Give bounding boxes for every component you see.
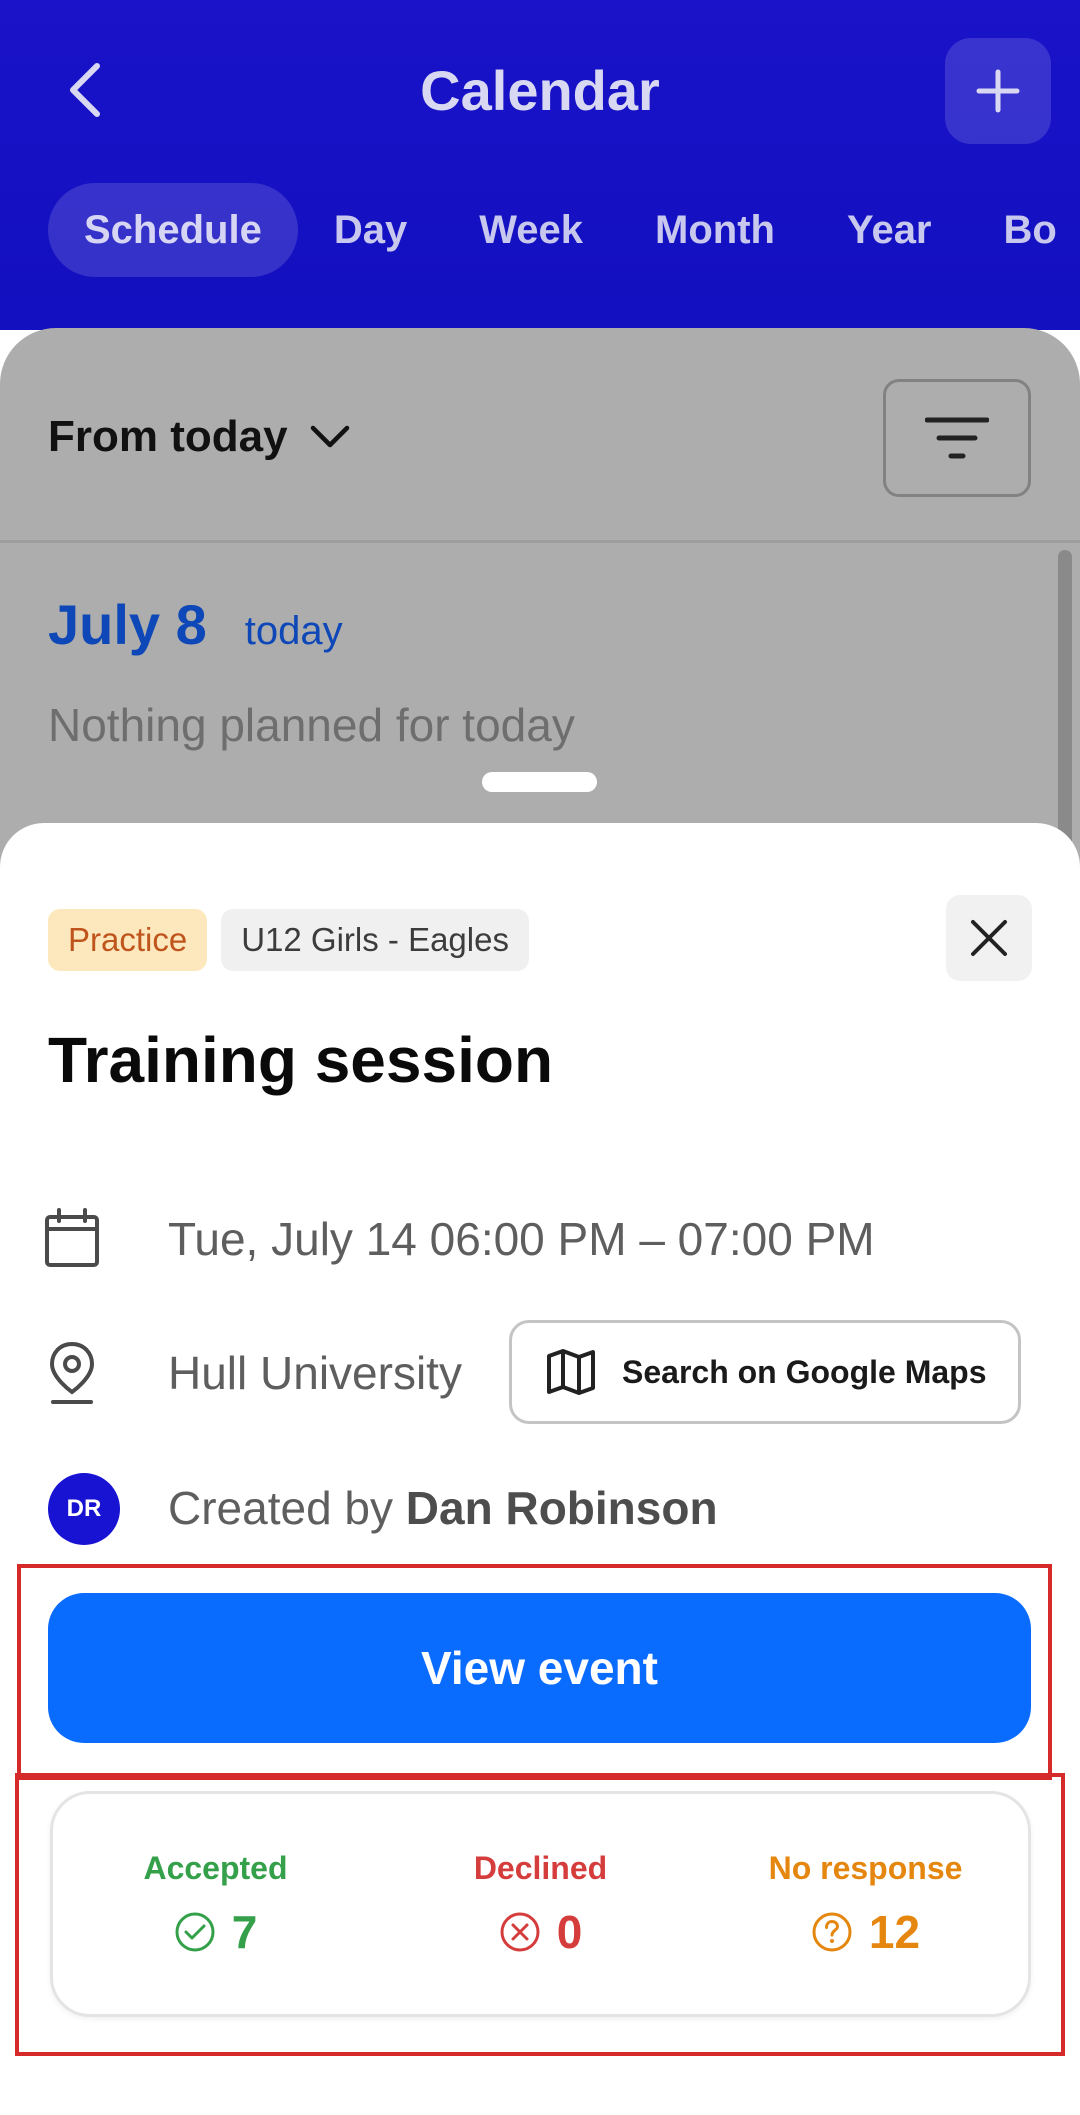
agenda-date: July 8 — [48, 593, 207, 656]
tab-bo[interactable]: Bo — [968, 183, 1080, 277]
page-title: Calendar — [420, 59, 660, 122]
tab-day[interactable]: Day — [298, 183, 443, 277]
tab-year[interactable]: Year — [811, 183, 968, 277]
question-circle-icon — [812, 1912, 852, 1951]
empty-state-text: Nothing planned for today — [48, 699, 575, 751]
map-icon — [547, 1349, 595, 1395]
filter-bar: From today — [0, 328, 1080, 543]
filter-button[interactable] — [883, 379, 1031, 497]
no-response-label: No response — [768, 1849, 963, 1886]
add-event-button[interactable] — [945, 38, 1051, 144]
rsvp-summary-card: Accepted 7 Declined 0 No response 12 — [50, 1791, 1031, 2017]
location-pin-icon — [40, 1338, 104, 1408]
agenda-date-header: July 8 today — [48, 592, 343, 657]
close-button[interactable] — [946, 895, 1032, 981]
app-header: Calendar Schedule Day Week Month Year Bo — [0, 0, 1080, 330]
created-by-prefix: Created by — [168, 1482, 394, 1534]
no-response-count: 12 — [868, 1905, 921, 1958]
agenda-date-tag: today — [244, 609, 343, 653]
declined-count: 0 — [556, 1905, 583, 1958]
creator-name: Dan Robinson — [405, 1482, 718, 1534]
event-bottom-sheet: Practice U12 Girls - Eagles Training ses… — [0, 772, 1080, 2115]
event-location: Hull University — [168, 1347, 462, 1399]
check-circle-icon — [175, 1912, 215, 1951]
tab-month[interactable]: Month — [619, 183, 811, 277]
range-dropdown[interactable]: From today — [48, 412, 350, 462]
close-icon — [971, 920, 1007, 956]
google-maps-button[interactable]: Search on Google Maps — [509, 1320, 1021, 1424]
event-datetime: Tue, July 14 06:00 PM – 07:00 PM — [168, 1213, 875, 1265]
google-maps-label: Search on Google Maps — [622, 1353, 987, 1390]
declined-label: Declined — [473, 1849, 608, 1886]
view-event-button[interactable]: View event — [48, 1593, 1031, 1743]
avatar: DR — [48, 1473, 120, 1545]
tab-week[interactable]: Week — [443, 183, 619, 277]
accepted-count: 7 — [231, 1905, 258, 1958]
rsvp-accepted: Accepted 7 — [53, 1794, 378, 2014]
calendar-icon — [40, 1203, 104, 1273]
rsvp-declined: Declined 0 — [378, 1794, 703, 2014]
range-label: From today — [48, 412, 288, 461]
plus-icon — [976, 69, 1020, 113]
view-tabs: Schedule Day Week Month Year Bo — [48, 183, 1080, 277]
event-type-chip: Practice — [48, 909, 208, 971]
accepted-label: Accepted — [143, 1849, 288, 1886]
rsvp-no-response: No response 12 — [703, 1794, 1028, 2014]
event-title: Training session — [48, 1024, 554, 1096]
created-by-text: Created by Dan Robinson — [168, 1481, 718, 1535]
filter-icon — [925, 417, 989, 459]
sheet-drag-handle[interactable] — [482, 772, 597, 792]
tab-schedule[interactable]: Schedule — [48, 183, 298, 277]
accepted-value: 7 — [174, 1905, 258, 1959]
event-chips: Practice U12 Girls - Eagles — [48, 909, 529, 971]
team-chip: U12 Girls - Eagles — [221, 909, 529, 971]
no-response-value: 12 — [811, 1905, 920, 1959]
chevron-down-icon — [310, 425, 349, 448]
x-circle-icon — [500, 1912, 540, 1951]
declined-value: 0 — [499, 1905, 583, 1959]
